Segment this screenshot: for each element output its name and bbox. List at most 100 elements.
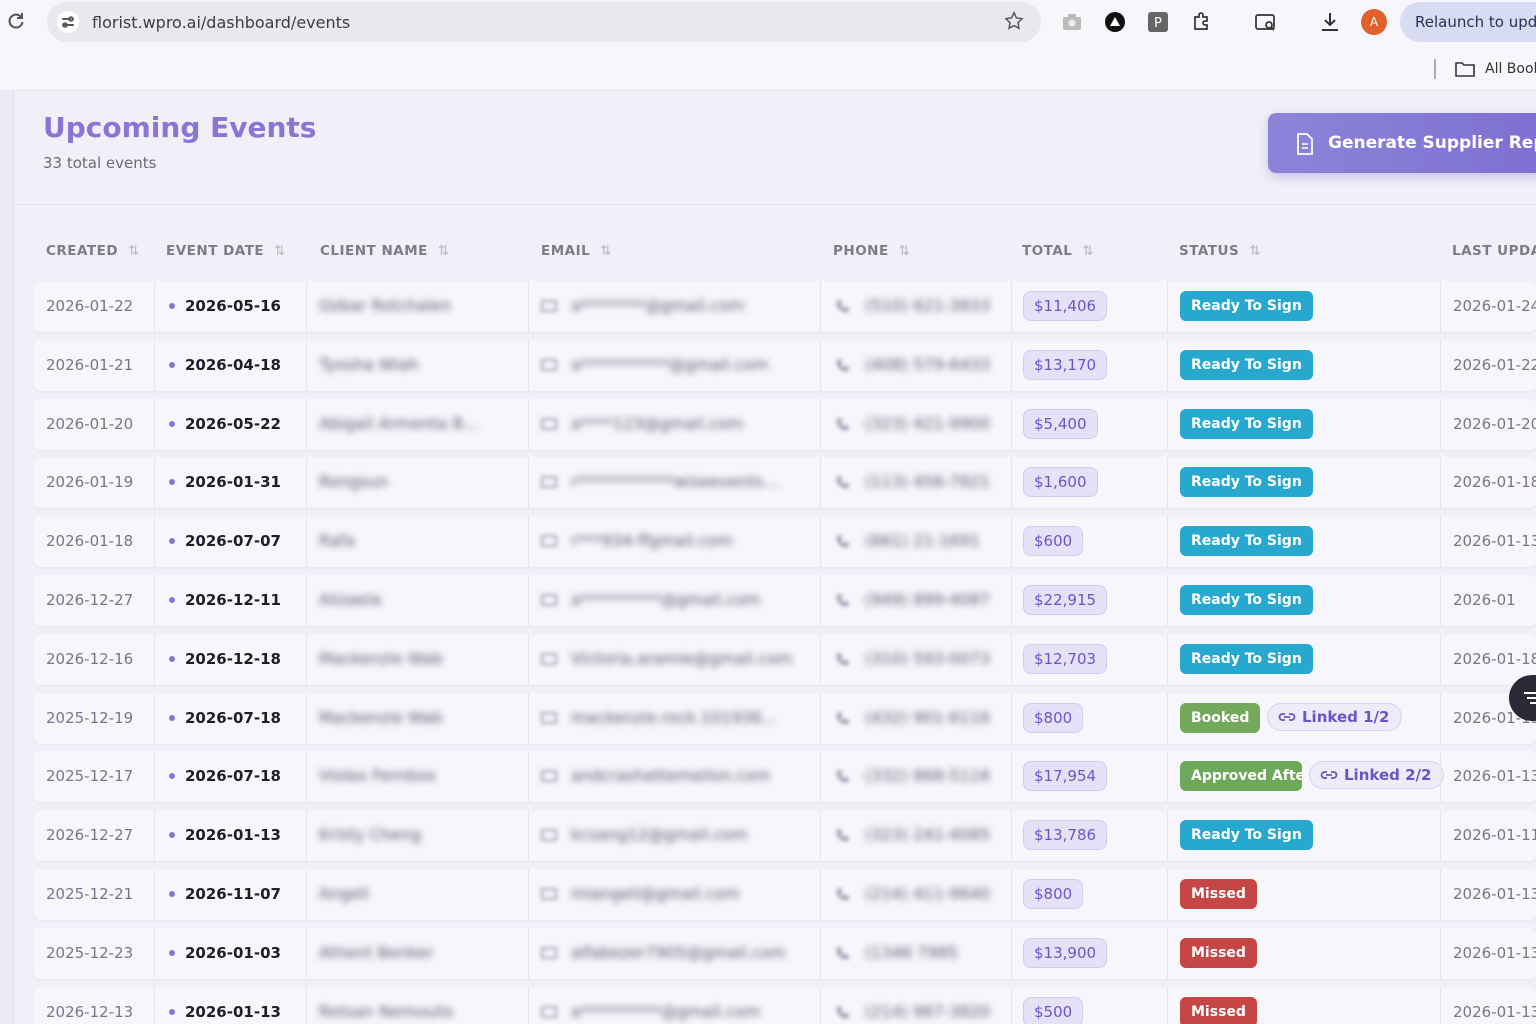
created-cell: 2026-12-27 — [34, 810, 154, 861]
client-name[interactable]: Alizaela — [319, 590, 381, 609]
status-cell: Ready To Sign — [1167, 810, 1440, 862]
bookmark-star-icon[interactable] — [1003, 10, 1025, 32]
phone-number[interactable]: (510) 621-3833 — [865, 296, 990, 315]
email-address[interactable]: mackenzie.rock.101936... — [571, 708, 777, 727]
column-created[interactable]: CREATED ⇅ — [46, 243, 140, 259]
phone-number[interactable]: (432) 901-6116 — [865, 708, 990, 727]
table-row[interactable]: 2026-01-22 2026-05-16 Ozbar Rotchalen a****… — [34, 281, 1536, 332]
status-badge[interactable]: Ready To Sign — [1180, 643, 1313, 674]
site-settings-icon[interactable] — [57, 11, 79, 33]
status-badge[interactable]: Ready To Sign — [1180, 408, 1313, 439]
email-address[interactable]: kcsang12@gmail.com — [571, 825, 748, 844]
table-row[interactable]: 2026-01-19 2026-01-31 Rongsun r************… — [34, 457, 1536, 509]
download-icon[interactable] — [1318, 10, 1342, 34]
email-address[interactable]: a***********@gmail.com — [571, 355, 769, 374]
reload-icon[interactable] — [6, 11, 26, 31]
phone-number[interactable]: (323) 421-9900 — [865, 414, 990, 433]
phone-number[interactable]: (214) 967-3820 — [865, 1002, 990, 1021]
client-name[interactable]: Athent Benker — [319, 943, 434, 962]
table-row[interactable]: 2026-01-21 2026-04-18 Tyosha Wiah a********… — [34, 339, 1536, 391]
svg-text:P: P — [1154, 16, 1162, 31]
client-name[interactable]: Abigail Armenta B... — [319, 414, 479, 433]
status-badge[interactable]: Ready To Sign — [1180, 291, 1313, 321]
table-row[interactable]: 2026-12-13 2026-01-13 Rotsan Nemoulis a****… — [34, 986, 1536, 1024]
phone-number[interactable]: (113) 456-7821 — [865, 472, 990, 491]
status-badge[interactable]: Missed — [1180, 996, 1257, 1024]
email-address[interactable]: Victoria.aramie@gmail.com — [571, 649, 793, 668]
table-row[interactable]: 2026-12-27 2026-12-11 Alizaela a**********@… — [34, 575, 1536, 626]
status-badge[interactable]: Ready To Sign — [1180, 349, 1313, 380]
status-badge[interactable]: Missed — [1180, 879, 1257, 909]
phone-number[interactable]: (323) 241-4085 — [865, 825, 990, 844]
table-row[interactable]: 2026-01-18 2026-07-07 Rafa r***934-ffgmail.… — [34, 516, 1536, 568]
email-address[interactable]: alfabezer7905@gmail.com — [571, 943, 786, 962]
phone-cell: (323) 241-4085 — [820, 810, 1011, 862]
client-name[interactable]: Mackenzie Wab — [319, 708, 443, 727]
email-address[interactable]: a****123@gmail.com — [571, 414, 743, 433]
status-badge[interactable]: Ready To Sign — [1180, 820, 1313, 851]
email-address[interactable]: a********@gmail.com — [571, 296, 745, 315]
table-row[interactable]: 2026-12-27 2026-01-13 Kristy Cheng kcsang12… — [34, 810, 1536, 862]
phone-number[interactable]: (949) 899-4087 — [865, 590, 990, 609]
phone-number[interactable]: (1346 7985 — [865, 943, 958, 962]
email-cell: alfabezer7905@gmail.com — [528, 927, 820, 979]
email-address[interactable]: andcrashettemeilon.com — [571, 766, 771, 785]
table-row[interactable]: 2025-12-19 2026-07-18 Mackenzie Wab mackenz… — [34, 692, 1536, 744]
phone-number[interactable]: (332) 868-5116 — [865, 766, 990, 785]
last-updated-date: 2026-01-20 — [1453, 414, 1536, 433]
column-total[interactable]: TOTAL ⇅ — [1022, 243, 1094, 259]
all-bookmarks-link[interactable]: All Bool — [1485, 61, 1536, 77]
table-row[interactable]: 2026-01-20 2026-05-22 Abigail Armenta B...… — [34, 398, 1536, 450]
phone-number[interactable]: (214) 411-9640 — [865, 884, 990, 903]
email-address[interactable]: a**********@gmail.com — [571, 1002, 761, 1021]
client-name[interactable]: Mackenzie Wab — [319, 649, 443, 668]
status-badge[interactable]: Ready To Sign — [1180, 467, 1313, 498]
client-name[interactable]: Angeli — [319, 884, 369, 903]
column-status[interactable]: STATUS ⇅ — [1179, 243, 1261, 259]
phone-number[interactable]: (310) 593-0073 — [865, 649, 990, 668]
generate-supplier-report-button[interactable]: Generate Supplier Repor — [1268, 113, 1536, 173]
table-row[interactable]: 2025-12-21 2026-11-07 Angeli miangeli@gmail… — [34, 869, 1536, 920]
column-last-updated[interactable]: LAST UPDA — [1452, 243, 1536, 259]
linked-badge[interactable]: Linked 2/2 — [1309, 761, 1445, 790]
email-address[interactable]: r***934-ffgmail.com — [571, 531, 733, 550]
client-name[interactable]: Kristy Cheng — [319, 825, 421, 844]
extension-p-icon[interactable]: P — [1146, 10, 1170, 34]
column-client-name[interactable]: CLIENT NAME ⇅ — [320, 243, 450, 259]
camera-icon[interactable] — [1060, 10, 1084, 34]
column-email[interactable]: EMAIL ⇅ — [541, 243, 612, 259]
table-row[interactable]: 2026-12-16 2026-12-18 Mackenzie Wab Victori… — [34, 633, 1536, 685]
client-name[interactable]: Rongsun — [319, 472, 388, 491]
url-text[interactable]: florist.wpro.ai/dashboard/events — [92, 13, 350, 32]
status-badge[interactable]: Ready To Sign — [1180, 526, 1313, 557]
column-event-date[interactable]: EVENT DATE ⇅ — [166, 243, 286, 259]
extensions-puzzle-icon[interactable] — [1190, 10, 1214, 34]
phone-number[interactable]: (661) 21-1691 — [865, 531, 980, 550]
relaunch-button[interactable]: Relaunch to upd — [1400, 2, 1536, 42]
client-name[interactable]: Ozbar Rotchalen — [319, 296, 451, 315]
client-name[interactable]: Rotsan Nemoulis — [319, 1002, 453, 1021]
status-badge[interactable]: Missed — [1180, 937, 1257, 968]
linked-badge[interactable]: Linked 1/2 — [1267, 702, 1403, 731]
column-phone[interactable]: PHONE ⇅ — [833, 243, 911, 259]
table-row[interactable]: 2025-12-23 2026-01-03 Athent Benker alfabez… — [34, 927, 1536, 979]
client-name[interactable]: Tyosha Wiah — [319, 355, 419, 374]
address-bar[interactable]: florist.wpro.ai/dashboard/events — [47, 2, 1041, 42]
tab-search-icon[interactable] — [1254, 10, 1278, 34]
client-name[interactable]: Violex Fernbox — [319, 766, 436, 785]
phone-cell: (1346 7985 — [820, 927, 1011, 979]
mail-icon — [541, 770, 557, 783]
table-row[interactable]: 2025-12-17 2026-07-18 Violex Fernbox andcra… — [34, 751, 1536, 803]
email-address[interactable]: a**********@gmail.com — [571, 590, 761, 609]
email-address[interactable]: r************wiseevents... — [571, 472, 778, 491]
status-badge[interactable]: Booked — [1180, 702, 1261, 733]
phone-number[interactable]: (408) 579-6433 — [865, 355, 990, 374]
email-address[interactable]: miangeli@gmail.com — [571, 884, 740, 903]
status-badge[interactable]: Approved Afte — [1180, 761, 1302, 792]
client-name[interactable]: Rafa — [319, 531, 355, 550]
status-badge[interactable]: Ready To Sign — [1180, 585, 1313, 615]
extension-triangle-icon[interactable] — [1103, 10, 1127, 34]
last-updated-cell: 2026-01-11 — [1440, 810, 1536, 862]
phone-cell: (214) 967-3820 — [820, 986, 1011, 1024]
profile-avatar[interactable]: A — [1361, 9, 1387, 35]
